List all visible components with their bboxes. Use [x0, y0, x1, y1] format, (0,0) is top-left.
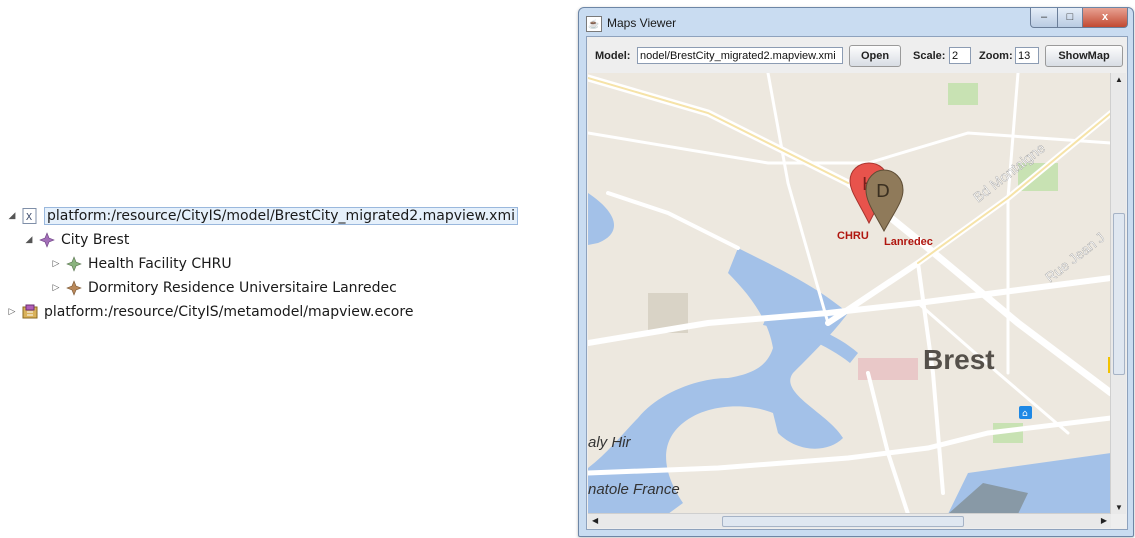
open-button[interactable]: Open	[849, 45, 901, 67]
city-name-label: Brest	[923, 344, 995, 375]
model-field[interactable]: nodel/BrestCity_migrated2.mapview.xmi	[637, 47, 843, 64]
map-canvas[interactable]: ⌂ Bd Montaigne Rue Jean J aly Hir natole…	[588, 73, 1111, 514]
toolbar: Model: nodel/BrestCity_migrated2.mapview…	[587, 37, 1127, 73]
scroll-down-icon[interactable]: ▼	[1115, 503, 1123, 512]
collapsed-arrow-icon[interactable]: ▷	[6, 307, 18, 317]
minimize-button[interactable]: –	[1030, 8, 1058, 28]
marker-label: Lanredec	[884, 236, 933, 248]
ecore-package-icon	[22, 304, 38, 320]
close-button[interactable]: x	[1083, 8, 1128, 28]
svg-text:X: X	[26, 212, 32, 223]
map-view[interactable]: ⌂ Bd Montaigne Rue Jean J aly Hir natole…	[588, 73, 1126, 528]
park-area	[948, 83, 978, 105]
scale-label: Scale:	[913, 50, 946, 62]
city-label[interactable]: City Brest	[61, 232, 129, 248]
diamond-icon	[39, 232, 55, 248]
tree-item-city[interactable]: ◢ City Brest	[23, 229, 130, 251]
scroll-left-icon[interactable]: ◀	[592, 516, 598, 525]
diamond-icon	[66, 256, 82, 272]
diamond-icon	[66, 280, 82, 296]
expanded-arrow-icon[interactable]: ◢	[23, 235, 35, 245]
vertical-scroll-thumb[interactable]	[1113, 213, 1125, 375]
scroll-right-icon[interactable]: ▶	[1101, 516, 1107, 525]
zoom-label: Zoom:	[979, 50, 1013, 62]
street-label: aly Hir	[588, 434, 632, 451]
title-bar[interactable]: ☕ Maps Viewer – □ x	[579, 8, 1133, 36]
root-path-label[interactable]: platform:/resource/CityIS/model/BrestCit…	[44, 207, 518, 225]
model-label: Model:	[595, 50, 631, 62]
metamodel-path-label[interactable]: platform:/resource/CityIS/metamodel/mapv…	[44, 304, 413, 320]
tree-item-root[interactable]: ◢ X platform:/resource/CityIS/model/Bres…	[6, 205, 518, 227]
maps-viewer-window: ☕ Maps Viewer – □ x Model: nodel/BrestCi…	[578, 7, 1134, 537]
window-content: Model: nodel/BrestCity_migrated2.mapview…	[586, 36, 1128, 530]
scroll-up-icon[interactable]: ▲	[1115, 75, 1123, 84]
marker-letter: D	[876, 181, 890, 202]
tree-item-dormitory[interactable]: ▷ Dormitory Residence Universitaire Lanr…	[50, 277, 397, 299]
scale-field[interactable]: 2	[949, 47, 971, 64]
svg-text:⌂: ⌂	[1022, 409, 1028, 419]
showmap-button[interactable]: ShowMap	[1045, 45, 1123, 67]
vertical-scrollbar[interactable]: ▲ ▼	[1110, 73, 1126, 514]
expanded-arrow-icon[interactable]: ◢	[6, 211, 18, 221]
tree-item-metamodel[interactable]: ▷ platform:/resource/CityIS/metamodel/ma…	[6, 301, 414, 323]
horizontal-scrollbar[interactable]: ◀ ▶	[588, 513, 1111, 528]
xmi-file-icon: X	[22, 208, 38, 224]
zoom-field[interactable]: 13	[1015, 47, 1039, 64]
collapsed-arrow-icon[interactable]: ▷	[50, 283, 62, 293]
tree-item-label[interactable]: Dormitory Residence Universitaire Lanred…	[88, 280, 397, 296]
marker-label: CHRU	[837, 230, 869, 242]
maximize-button[interactable]: □	[1058, 8, 1083, 28]
window-title: Maps Viewer	[607, 16, 677, 30]
java-app-icon: ☕	[586, 16, 602, 32]
horizontal-scroll-thumb[interactable]	[722, 516, 964, 527]
street-label: natole France	[588, 481, 680, 498]
collapsed-arrow-icon[interactable]: ▷	[50, 259, 62, 269]
tree-item-label[interactable]: Health Facility CHRU	[88, 256, 232, 272]
tree-item-health[interactable]: ▷ Health Facility CHRU	[50, 253, 232, 275]
